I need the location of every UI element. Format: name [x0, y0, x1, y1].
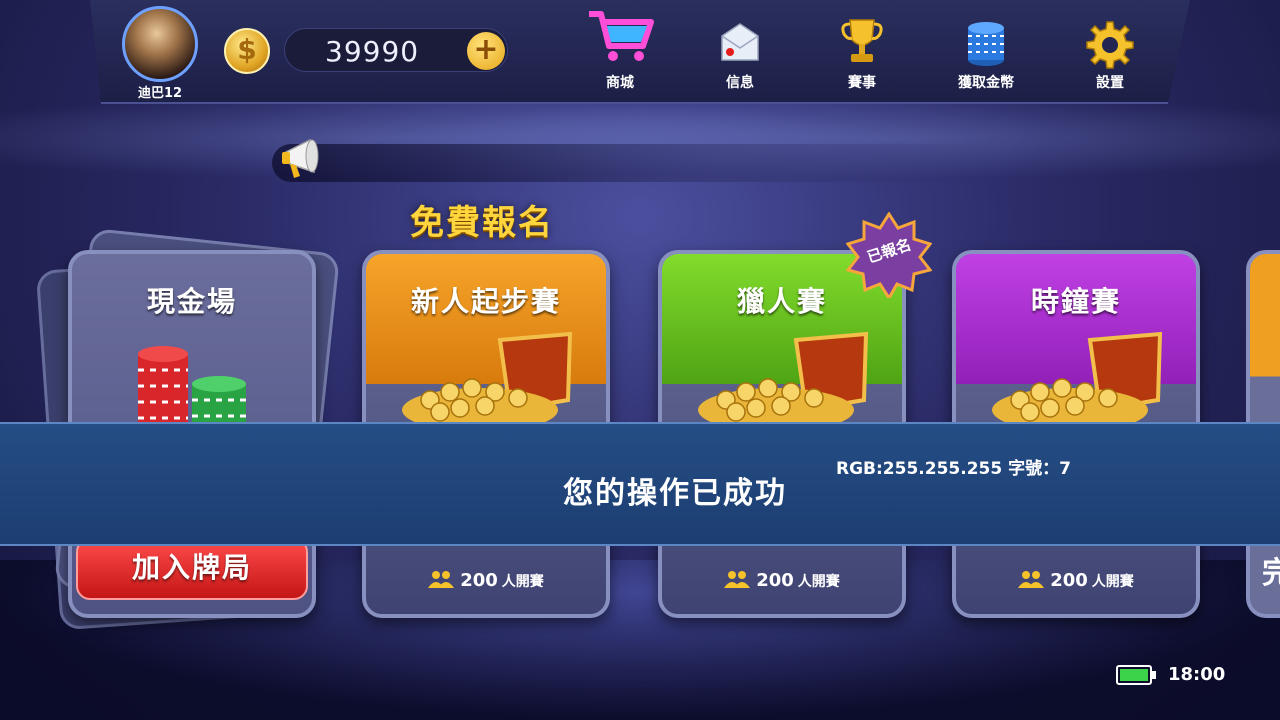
treasure-chest-icon — [992, 331, 1163, 430]
nav-messages[interactable]: 信息 — [690, 0, 790, 100]
nav-settings-label: 設置 — [1096, 75, 1124, 91]
card-partial-glyph: 完 — [1262, 556, 1280, 591]
nav-get-coins-label: 獲取金幣 — [958, 75, 1014, 91]
card-title: 新人起步賽 — [410, 285, 561, 318]
treasure-chest-icon — [402, 331, 573, 430]
nav-settings[interactable]: 設置 — [1060, 0, 1160, 100]
nav-tournaments-label: 賽事 — [848, 75, 876, 91]
users-icon — [724, 571, 751, 588]
treasure-chest-icon — [698, 331, 869, 430]
players-required: 200 人開賽 — [366, 570, 606, 591]
card-title: 現金場 — [146, 285, 237, 318]
success-toast: RGB:255.255.255 字號：7 您的操作已成功 — [0, 422, 1280, 546]
players-count: 200 — [1050, 570, 1088, 591]
nav-messages-label: 信息 — [726, 75, 754, 91]
username: 迪巴12 — [137, 86, 183, 101]
trophy-icon — [841, 19, 883, 62]
users-icon — [1018, 571, 1045, 588]
players-count: 200 — [756, 570, 794, 591]
players-unit: 人開賽 — [1091, 574, 1134, 590]
players-count: 200 — [460, 570, 498, 591]
players-unit: 人開賽 — [797, 574, 840, 590]
mail-icon — [721, 23, 759, 61]
card-title: 時鐘賽 — [1030, 285, 1121, 318]
gear-icon — [1086, 21, 1134, 69]
coin-balance: 39990 + — [284, 28, 508, 72]
avatar[interactable] — [122, 6, 198, 82]
clock: 18:00 — [1168, 664, 1226, 685]
nav-tournaments[interactable]: 賽事 — [812, 0, 912, 100]
players-required: 200 人開賽 — [956, 570, 1196, 591]
nav-shop[interactable]: 商城 — [570, 0, 670, 100]
section-title: 免費報名 — [410, 203, 554, 243]
players-required: 200 人開賽 — [662, 570, 902, 591]
players-unit: 人開賽 — [501, 574, 544, 590]
coin-value: 39990 — [325, 35, 420, 68]
nav-shop-label: 商城 — [606, 75, 634, 91]
chips-stack-icon — [968, 22, 1004, 66]
toast-message: 您的操作已成功 — [563, 476, 787, 511]
nav-get-coins[interactable]: 獲取金幣 — [936, 0, 1036, 100]
add-coins-button[interactable]: + — [467, 32, 505, 70]
coin-icon: $ — [224, 28, 270, 74]
users-icon — [428, 571, 455, 588]
battery-icon — [1116, 665, 1156, 685]
shopping-cart-icon — [589, 11, 654, 61]
announcement-bar — [272, 144, 1002, 182]
join-table-button[interactable]: 加入牌局 — [76, 538, 308, 600]
megaphone-icon — [282, 138, 319, 178]
